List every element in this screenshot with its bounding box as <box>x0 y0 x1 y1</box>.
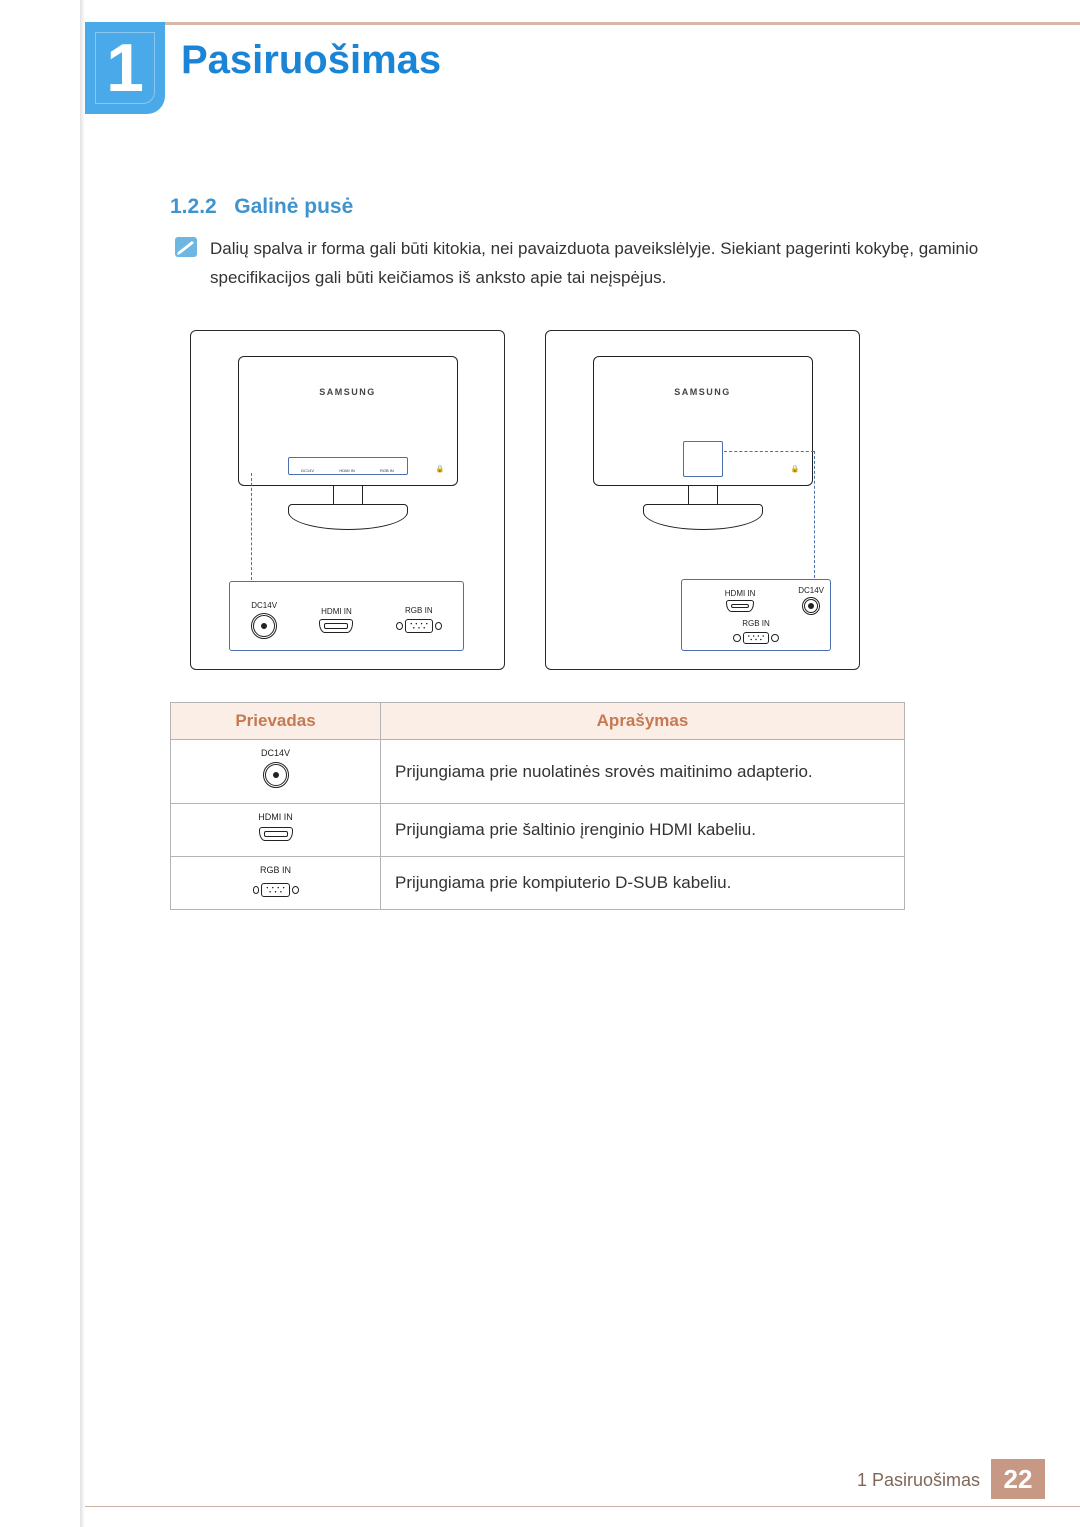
port-label-rgb: RGB IN <box>171 865 380 875</box>
col-header-desc: Aprašymas <box>381 703 905 740</box>
col-header-port: Prievadas <box>171 703 381 740</box>
monitor-brand: SAMSUNG <box>319 387 376 397</box>
section-title: Galinė pusė <box>234 195 353 218</box>
port-desc: Prijungiama prie nuolatinės srovės maiti… <box>381 740 905 804</box>
kensington-lock-icon: 🔒 <box>436 465 445 473</box>
note-text: Dalių spalva ir forma gali būti kitokia,… <box>210 235 990 293</box>
monitor-outline: SAMSUNG DC14V HDMI IN RGB IN 🔒 <box>238 356 458 530</box>
table-row: DC14V Prijungiama prie nuolatinės srovės… <box>171 740 905 804</box>
dc-jack-icon <box>263 762 289 788</box>
monitor-port-row: DC14V HDMI IN RGB IN <box>288 457 408 475</box>
port-rgb: RGB IN <box>688 619 824 646</box>
ports-description-table: Prievadas Aprašymas DC14V Prijungiama pr… <box>170 702 905 910</box>
monitor-brand: SAMSUNG <box>674 387 731 397</box>
port-callout-horizontal: DC14V HDMI IN RGB IN <box>229 581 464 651</box>
port-dc: DC14V <box>798 586 824 615</box>
monitor-port-vertical <box>683 441 723 477</box>
diagram-variant-a: SAMSUNG DC14V HDMI IN RGB IN 🔒 DC14V <box>190 330 505 670</box>
port-hdmi: HDMI IN <box>688 589 792 612</box>
footer-caption: 1 Pasiruošimas <box>857 1470 980 1491</box>
port-callout-vertical: HDMI IN DC14V RGB IN <box>681 579 831 651</box>
left-page-shadow <box>80 0 85 1527</box>
diagram-variant-b: SAMSUNG 🔒 HDMI IN DC14V RGB IN <box>545 330 860 670</box>
port-label-hdmi: HDMI IN <box>171 812 380 822</box>
hdmi-icon <box>259 827 293 841</box>
monitor-outline: SAMSUNG 🔒 <box>593 356 813 530</box>
bottom-rule <box>85 1506 1080 1507</box>
port-dc: DC14V <box>251 601 277 639</box>
section-number: 1.2.2 <box>170 195 217 218</box>
note-icon <box>175 237 197 257</box>
vga-icon <box>253 882 299 898</box>
port-rgb: RGB IN <box>396 606 442 634</box>
table-row: HDMI IN Prijungiama prie šaltinio įrengi… <box>171 804 905 857</box>
top-rule <box>85 22 1080 25</box>
port-label-dc: DC14V <box>171 748 380 758</box>
port-hdmi: HDMI IN <box>319 607 353 633</box>
port-desc: Prijungiama prie kompiuterio D-SUB kabel… <box>381 857 905 910</box>
kensington-lock-icon: 🔒 <box>791 465 800 473</box>
section-heading: 1.2.2 Galinė pusė <box>170 195 353 219</box>
chapter-title: Pasiruošimas <box>181 38 441 83</box>
table-row: RGB IN Prijungiama prie kompiuterio D-SU… <box>171 857 905 910</box>
port-desc: Prijungiama prie šaltinio įrenginio HDMI… <box>381 804 905 857</box>
chapter-number-badge: 1 <box>85 22 165 114</box>
rear-diagram: SAMSUNG DC14V HDMI IN RGB IN 🔒 DC14V <box>170 320 905 685</box>
page-number: 22 <box>991 1459 1045 1499</box>
